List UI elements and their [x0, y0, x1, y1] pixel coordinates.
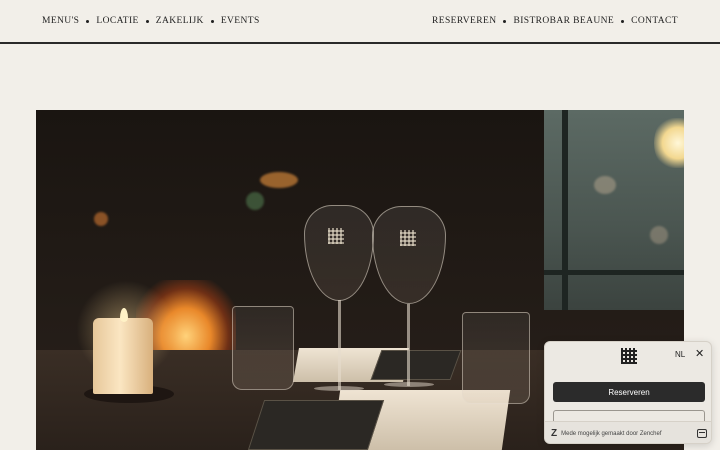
lamp — [654, 118, 684, 168]
nav-separator — [210, 19, 214, 23]
bokeh-light — [650, 226, 668, 244]
nav-link-zakelijk[interactable]: ZAKELIJK — [156, 16, 204, 26]
candle-flame — [120, 308, 128, 322]
wine-glass-foot — [384, 382, 434, 387]
water-glass — [462, 312, 530, 404]
nav-link-menus[interactable]: MENU'S — [42, 16, 79, 26]
glass-logo — [400, 230, 416, 246]
language-selector[interactable]: NL — [675, 350, 685, 359]
nav-left: MENU'S LOCATIE ZAKELIJK EVENTS — [42, 16, 260, 26]
nav-link-events[interactable]: EVENTS — [221, 16, 260, 26]
nav-link-locatie[interactable]: LOCATIE — [96, 16, 138, 26]
nav-separator — [145, 19, 149, 23]
water-glass — [232, 306, 294, 390]
zenchef-icon: Z — [551, 428, 558, 439]
widget-footer: Z Mede mogelijk gemaakt door Zenchef — [545, 421, 711, 443]
bokeh-light — [594, 176, 616, 194]
top-navigation: MENU'S LOCATIE ZAKELIJK EVENTS RESERVERE… — [0, 0, 720, 44]
menu-card — [247, 400, 385, 450]
wine-glass-foot — [314, 386, 364, 391]
nav-link-contact[interactable]: CONTACT — [631, 16, 678, 26]
bokeh-light — [260, 172, 298, 188]
candle — [93, 318, 153, 394]
glass-logo — [328, 228, 344, 244]
nav-right: RESERVEREN BISTROBAR BEAUNE CONTACT — [432, 16, 678, 26]
window-frame — [544, 270, 684, 275]
brand-grid-icon — [621, 348, 637, 364]
nav-link-bistrobar-beaune[interactable]: BISTROBAR BEAUNE — [513, 16, 614, 26]
nav-separator — [621, 19, 625, 23]
reserveren-button[interactable]: Reserveren — [553, 382, 705, 402]
bokeh-light — [94, 212, 108, 226]
nav-link-reserveren[interactable]: RESERVEREN — [432, 16, 496, 26]
wine-glass-stem — [338, 300, 341, 390]
calendar-icon[interactable] — [697, 429, 707, 438]
nav-separator — [86, 19, 90, 23]
reservation-widget: NL ✕ Reserveren Z Mede mogelijk gemaakt … — [544, 341, 712, 444]
window-frame — [562, 110, 568, 310]
nav-separator — [503, 19, 507, 23]
menu-card — [370, 350, 462, 380]
wine-glass-stem — [407, 304, 410, 386]
close-icon[interactable]: ✕ — [695, 348, 704, 360]
powered-by-text: Mede mogelijk gemaakt door Zenchef — [561, 430, 662, 437]
bokeh-light — [246, 192, 264, 210]
